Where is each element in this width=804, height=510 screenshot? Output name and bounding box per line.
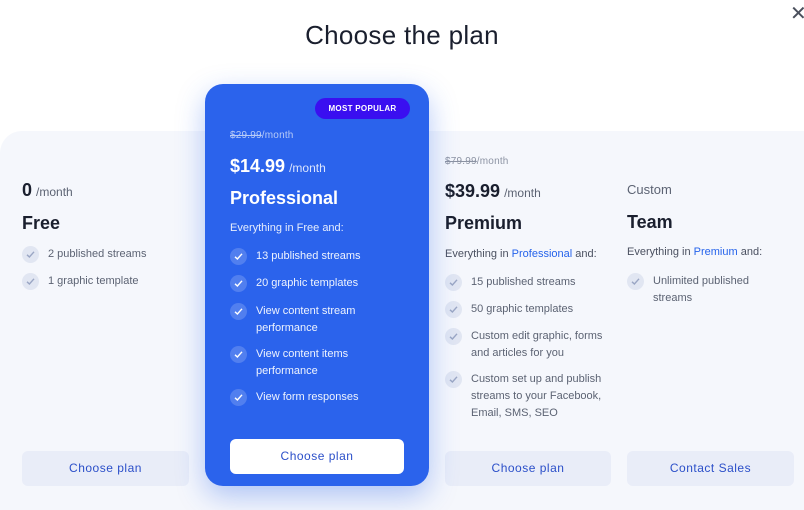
check-icon <box>230 346 247 363</box>
plan-free: 0/month Free 2 published streams 1 graph… <box>22 131 189 510</box>
premium-old-price: $79.99/month <box>445 156 509 167</box>
most-popular-badge: MOST POPULAR <box>315 98 410 119</box>
premium-intro: Everything in Professional and: <box>445 248 597 260</box>
premium-price-row: $39.99/month <box>445 181 541 202</box>
professional-link[interactable]: Professional <box>512 248 573 260</box>
team-intro: Everything in Premium and: <box>627 246 763 258</box>
check-icon <box>627 273 644 290</box>
free-feature-2: 1 graphic template <box>22 273 189 290</box>
team-custom-label: Custom <box>627 182 672 197</box>
check-icon <box>445 301 462 318</box>
professional-feature-3: View content stream performance <box>230 303 405 337</box>
page-title: Choose the plan <box>305 20 499 50</box>
free-feature-1: 2 published streams <box>22 246 189 263</box>
check-icon <box>22 246 39 263</box>
professional-feature-5: View form responses <box>230 389 405 406</box>
contact-sales-button[interactable]: Contact Sales <box>627 451 794 486</box>
check-icon <box>230 275 247 292</box>
plan-team: Custom Team Everything in Premium and: U… <box>627 131 794 510</box>
check-icon <box>22 273 39 290</box>
professional-old-price: $29.99/month <box>230 130 294 141</box>
professional-feature-2: 20 graphic templates <box>230 275 405 292</box>
check-icon <box>445 328 462 345</box>
check-icon <box>445 371 462 388</box>
check-icon <box>230 389 247 406</box>
check-icon <box>230 303 247 320</box>
free-per: /month <box>36 185 73 199</box>
check-icon <box>445 274 462 291</box>
premium-feature-2: 50 graphic templates <box>445 301 611 318</box>
check-icon <box>230 248 247 265</box>
team-plan-name: Team <box>627 212 673 232</box>
free-price: 0 <box>22 180 33 200</box>
professional-choose-plan-button[interactable]: Choose plan <box>230 439 404 474</box>
free-price-row: 0/month <box>22 180 73 201</box>
team-feature-1: Unlimited published streams <box>627 273 794 307</box>
professional-price: $14.99 <box>230 156 286 176</box>
plan-professional: MOST POPULAR $29.99/month $14.99/month P… <box>205 84 429 486</box>
professional-intro: Everything in Free and: <box>230 222 344 234</box>
professional-feature-4: View content items performance <box>230 346 405 380</box>
premium-feature-4: Custom set up and publish streams to you… <box>445 371 611 439</box>
premium-plan-name: Premium <box>445 213 523 233</box>
premium-price: $39.99 <box>445 181 501 201</box>
plan-premium: $79.99/month $39.99/month Premium Everyt… <box>445 131 611 510</box>
premium-feature-3: Custom edit graphic, forms and articles … <box>445 328 611 362</box>
free-choose-plan-button[interactable]: Choose plan <box>22 451 189 486</box>
professional-per: /month <box>289 161 326 175</box>
premium-feature-1: 15 published streams <box>445 274 611 291</box>
premium-choose-plan-button[interactable]: Choose plan <box>445 451 611 486</box>
professional-price-row: $14.99/month <box>230 156 326 177</box>
professional-feature-1: 13 published streams <box>230 248 405 265</box>
free-plan-name: Free <box>22 213 61 233</box>
premium-per: /month <box>504 186 541 200</box>
premium-link[interactable]: Premium <box>694 246 738 258</box>
professional-plan-name: Professional <box>230 188 339 208</box>
